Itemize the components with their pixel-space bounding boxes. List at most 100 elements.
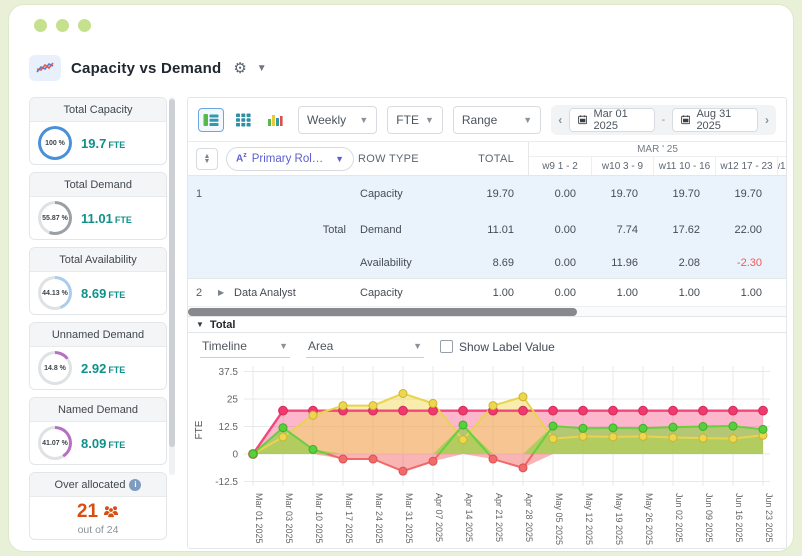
- checkbox-icon[interactable]: [440, 340, 453, 353]
- table-row[interactable]: 2 ▶ Data Analyst Capacity 1.00 0.00 1.00 1.00 1.…: [188, 278, 786, 306]
- sort-toggle-button[interactable]: ▲ ▼: [196, 147, 218, 170]
- svg-text:12.5: 12.5: [219, 422, 239, 433]
- metrics-sidebar: Total Capacity 100 % 19.7 FTE Total Demand 55…: [29, 97, 167, 547]
- metric-card-title: Total Capacity: [30, 98, 166, 122]
- week-value: -2.30: [736, 257, 762, 269]
- next-range-button[interactable]: ›: [765, 113, 769, 127]
- sidebar-cards: Total Capacity 100 % 19.7 FTE Total Demand 55…: [29, 97, 167, 465]
- svg-text:Jun 16 2025: Jun 16 2025: [734, 493, 744, 543]
- chevron-down-icon: ▼: [413, 341, 422, 351]
- metric-value: 8.69 FTE: [81, 285, 126, 301]
- svg-text:Jun 02 2025: Jun 02 2025: [674, 493, 684, 543]
- calendar-icon: [681, 115, 691, 125]
- people-icon: [104, 506, 119, 518]
- show-label-value-checkbox[interactable]: Show Label Value: [440, 340, 555, 354]
- week-value: 11.96: [611, 257, 638, 269]
- total-section-label: Total: [209, 318, 236, 331]
- row-index: 2: [196, 286, 203, 299]
- settings-gear-icon[interactable]: ⚙: [233, 59, 246, 77]
- date-from-button[interactable]: Mar 01 2025: [569, 107, 655, 132]
- week-value: 0.00: [554, 286, 576, 299]
- svg-text:Mar 10 2025: Mar 10 2025: [314, 493, 324, 544]
- svg-text:Apr 07 2025: Apr 07 2025: [434, 493, 444, 542]
- toolbar: Weekly ▼ FTE ▼ Range ▼ ‹ Mar 01 2025 - A…: [188, 98, 786, 142]
- week-column-header: w13: [777, 157, 786, 175]
- week-value: 19.70: [672, 188, 700, 200]
- table-row[interactable]: Availability 8.69 0.00 11.96 2.08 -2.30: [188, 248, 786, 278]
- view-grid-icon[interactable]: [230, 108, 256, 132]
- over-allocated-label: Over allocated: [54, 478, 126, 491]
- week-column-header: w10 3 - 9: [591, 157, 653, 175]
- period-select[interactable]: Weekly ▼: [298, 105, 378, 134]
- week-value: 19.70: [734, 188, 762, 200]
- grouping-select[interactable]: Az Primary Role + Resource... ▼: [226, 146, 354, 171]
- calendar-icon: [578, 115, 588, 125]
- row-type-value: Demand: [360, 224, 402, 236]
- table-body: 1 Capacity 19.70 0.00 19.70 19.70 19.70 Total De…: [188, 176, 786, 306]
- range-select[interactable]: Range ▼: [452, 105, 542, 134]
- percent-donut: 44.13 %: [38, 276, 72, 310]
- app-window: Capacity vs Demand ⚙ ▼ Total Capacity 100…: [8, 4, 794, 552]
- svg-text:Apr 28 2025: Apr 28 2025: [524, 493, 534, 542]
- over-allocated-card: Over allocated i 21 out of 24: [29, 472, 167, 540]
- page-header: Capacity vs Demand ⚙ ▼: [29, 55, 267, 81]
- view-bar-chart-icon[interactable]: [262, 108, 288, 132]
- total-value: 19.70: [486, 188, 514, 200]
- metric-value: 11.01 FTE: [81, 210, 132, 226]
- window-dot-icon[interactable]: [78, 19, 91, 32]
- svg-text:May 19 2025: May 19 2025: [614, 493, 624, 545]
- info-icon[interactable]: i: [129, 478, 142, 491]
- over-allocated-subtext: out of 24: [77, 523, 119, 536]
- percent-label: 44.13 %: [41, 279, 69, 307]
- svg-text:Jun 09 2025: Jun 09 2025: [704, 493, 714, 543]
- header-dropdown-caret-icon[interactable]: ▼: [257, 63, 267, 74]
- svg-text:May 05 2025: May 05 2025: [554, 493, 564, 545]
- sidebar-scrollbar[interactable]: [169, 97, 175, 475]
- page-title: Capacity vs Demand: [71, 59, 222, 77]
- metric-value: 2.92 FTE: [81, 360, 126, 376]
- date-to-button[interactable]: Aug 31 2025: [672, 107, 758, 132]
- svg-text:May 26 2025: May 26 2025: [644, 493, 654, 545]
- metric-card-title: Unnamed Demand: [30, 323, 166, 347]
- view-grid-sidebar-icon[interactable]: [198, 107, 224, 132]
- expand-row-icon[interactable]: ▶: [218, 288, 234, 297]
- window-dot-icon[interactable]: [34, 19, 47, 32]
- unit-select[interactable]: FTE ▼: [387, 105, 443, 134]
- chevron-down-icon: ▼: [335, 153, 344, 164]
- capacity-chart-icon: [29, 55, 61, 81]
- total-value: 1.00: [492, 286, 514, 299]
- week-value: 0.00: [554, 257, 576, 269]
- week-value: 1.00: [616, 286, 638, 299]
- week-headers: w9 1 - 2 w10 3 - 9w11 10 - 16w12 17 - 23w…: [529, 157, 786, 175]
- metric-card: Unnamed Demand 14.8 % 2.92 FTE: [29, 322, 167, 390]
- svg-text:Apr 14 2025: Apr 14 2025: [464, 493, 474, 542]
- horizontal-scrollbar[interactable]: [188, 306, 786, 316]
- svg-text:May 12 2025: May 12 2025: [584, 493, 594, 545]
- week-value: 19.70: [610, 188, 638, 200]
- table-row[interactable]: 1 Capacity 19.70 0.00 19.70 19.70 19.70: [188, 176, 786, 212]
- window-dot-icon[interactable]: [56, 19, 69, 32]
- chevron-down-icon: ▼: [424, 114, 434, 125]
- svg-text:Mar 01 2025: Mar 01 2025: [254, 493, 264, 544]
- group-name: Data Analyst: [234, 286, 296, 299]
- window-controls: [34, 19, 91, 32]
- week-value: 0.00: [554, 224, 576, 236]
- total-section-toggle[interactable]: ▼ Total: [188, 316, 786, 333]
- row-type-value: Availability: [360, 257, 412, 269]
- percent-donut: 55.87 %: [38, 201, 72, 235]
- main-panel: Weekly ▼ FTE ▼ Range ▼ ‹ Mar 01 2025 - A…: [187, 97, 787, 549]
- svg-text:Mar 17 2025: Mar 17 2025: [344, 493, 354, 544]
- percent-label: 41.07 %: [41, 429, 69, 457]
- week-value: 17.62: [672, 224, 700, 236]
- date-range-picker: ‹ Mar 01 2025 - Aug 31 2025 ›: [551, 104, 776, 135]
- week-column-header: w9 1 - 2: [542, 160, 578, 172]
- percent-label: 14.8 %: [41, 354, 69, 382]
- table-row[interactable]: Total Demand 11.01 0.00 7.74 17.62 22.00: [188, 212, 786, 248]
- svg-text:-12.5: -12.5: [215, 477, 238, 488]
- prev-range-button[interactable]: ‹: [558, 113, 562, 127]
- chart-style-select[interactable]: Area ▼: [306, 336, 424, 358]
- percent-donut: 100 %: [38, 126, 72, 160]
- timeline-select[interactable]: Timeline ▼: [200, 336, 290, 358]
- svg-text:37.5: 37.5: [219, 367, 239, 378]
- week-value: 1.00: [740, 286, 762, 299]
